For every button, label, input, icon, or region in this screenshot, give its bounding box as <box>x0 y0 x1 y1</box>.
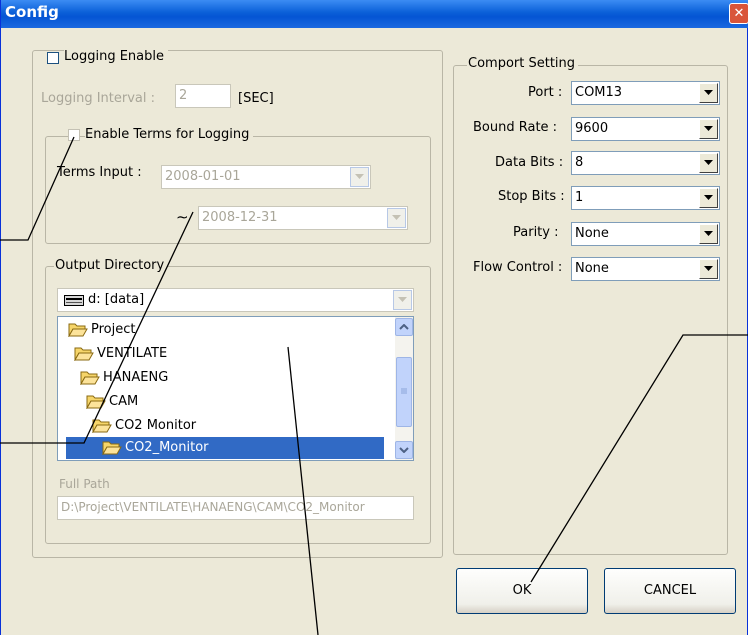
chevron-down-icon[interactable] <box>699 224 718 244</box>
tree-item-cam[interactable]: CAM <box>86 391 138 413</box>
baud-rate-label: Bound Rate : <box>473 120 558 135</box>
full-path-label: Full Path <box>59 477 110 491</box>
baud-rate-value: 9600 <box>575 121 609 136</box>
output-directory-label: Output Directory <box>54 258 168 273</box>
open-folder-icon <box>80 371 100 385</box>
enable-terms-label: Enable Terms for Logging <box>85 127 254 142</box>
data-bits-value: 8 <box>575 155 584 170</box>
scroll-up-button[interactable] <box>395 318 413 336</box>
scroll-down-button[interactable] <box>395 441 413 459</box>
tree-scrollbar[interactable] <box>395 317 413 460</box>
parity-label: Parity : <box>513 225 559 240</box>
logging-interval-input[interactable]: 2 <box>175 84 231 108</box>
flow-control-label: Flow Control : <box>473 260 563 275</box>
chevron-down-icon[interactable] <box>699 188 718 208</box>
scroll-thumb[interactable] <box>396 357 412 427</box>
chevron-down-icon[interactable] <box>699 119 718 139</box>
chevron-down-icon <box>399 447 409 453</box>
port-select[interactable]: COM13 <box>571 81 720 105</box>
chevron-down-icon[interactable] <box>699 153 718 173</box>
start-date-value: 2008-01-01 <box>165 169 241 184</box>
enable-terms-checkbox[interactable] <box>68 129 80 141</box>
open-folder-icon <box>86 395 106 409</box>
drive-value: d: [data] <box>88 292 145 307</box>
start-date-picker[interactable]: 2008-01-01 <box>161 165 371 189</box>
end-date-value: 2008-12-31 <box>202 210 278 225</box>
stop-bits-label: Stop Bits : <box>498 189 565 204</box>
grip-icon <box>401 388 407 394</box>
parity-select[interactable]: None <box>571 222 720 246</box>
title-bar[interactable]: Config ✕ <box>1 0 748 28</box>
end-date-picker[interactable]: 2008-12-31 <box>198 206 408 230</box>
config-dialog: Config ✕ Logging Enable Logging Interval… <box>0 0 748 635</box>
logging-enable-checkbox[interactable] <box>47 52 59 64</box>
tree-item-co2-monitor[interactable]: CO2 Monitor <box>92 415 196 437</box>
full-path-input[interactable]: D:\Project\VENTILATE\HANAENG\CAM\CO2_Mon… <box>57 496 414 520</box>
drive-select[interactable]: d: [data] <box>57 288 414 312</box>
chevron-down-icon[interactable] <box>387 208 406 228</box>
terms-input-label: Terms Input : <box>57 165 142 180</box>
interval-unit-label: [SEC] <box>238 91 274 106</box>
data-bits-select[interactable]: 8 <box>571 151 720 175</box>
open-folder-icon <box>92 419 112 433</box>
drive-icon <box>64 295 84 306</box>
ok-button[interactable]: OK <box>456 568 588 614</box>
logging-enable-label: Logging Enable <box>64 49 168 64</box>
flow-control-select[interactable]: None <box>571 257 720 281</box>
open-folder-icon <box>102 441 122 455</box>
window-title: Config <box>5 3 59 21</box>
date-range-tilde: ∼ <box>176 208 189 226</box>
port-value: COM13 <box>575 85 623 100</box>
chevron-down-icon[interactable] <box>699 259 718 279</box>
stop-bits-value: 1 <box>575 190 584 205</box>
directory-tree[interactable]: Project VENTILATE HANAENG CAM CO2 Monito… <box>57 316 414 461</box>
baud-rate-select[interactable]: 9600 <box>571 117 720 141</box>
logging-interval-label: Logging Interval : <box>41 91 156 106</box>
open-folder-icon <box>74 347 94 361</box>
port-label: Port : <box>528 85 563 100</box>
tree-item-co2-monitor-selected[interactable]: CO2_Monitor <box>66 437 384 459</box>
tree-item-hanaeng[interactable]: HANAENG <box>80 367 168 389</box>
data-bits-label: Data Bits : <box>495 155 564 170</box>
tree-item-ventilate[interactable]: VENTILATE <box>74 343 167 365</box>
tree-item-project[interactable]: Project <box>68 319 135 341</box>
stop-bits-select[interactable]: 1 <box>571 186 720 210</box>
close-icon[interactable]: ✕ <box>729 3 748 24</box>
chevron-up-icon <box>399 324 409 330</box>
chevron-down-icon[interactable] <box>350 167 369 187</box>
parity-value: None <box>575 226 609 241</box>
comport-setting-label: Comport Setting <box>467 56 579 71</box>
chevron-down-icon[interactable] <box>699 83 718 103</box>
cancel-button[interactable]: CANCEL <box>604 568 736 614</box>
chevron-down-icon[interactable] <box>393 290 412 310</box>
flow-control-value: None <box>575 261 609 276</box>
open-folder-icon <box>68 323 88 337</box>
